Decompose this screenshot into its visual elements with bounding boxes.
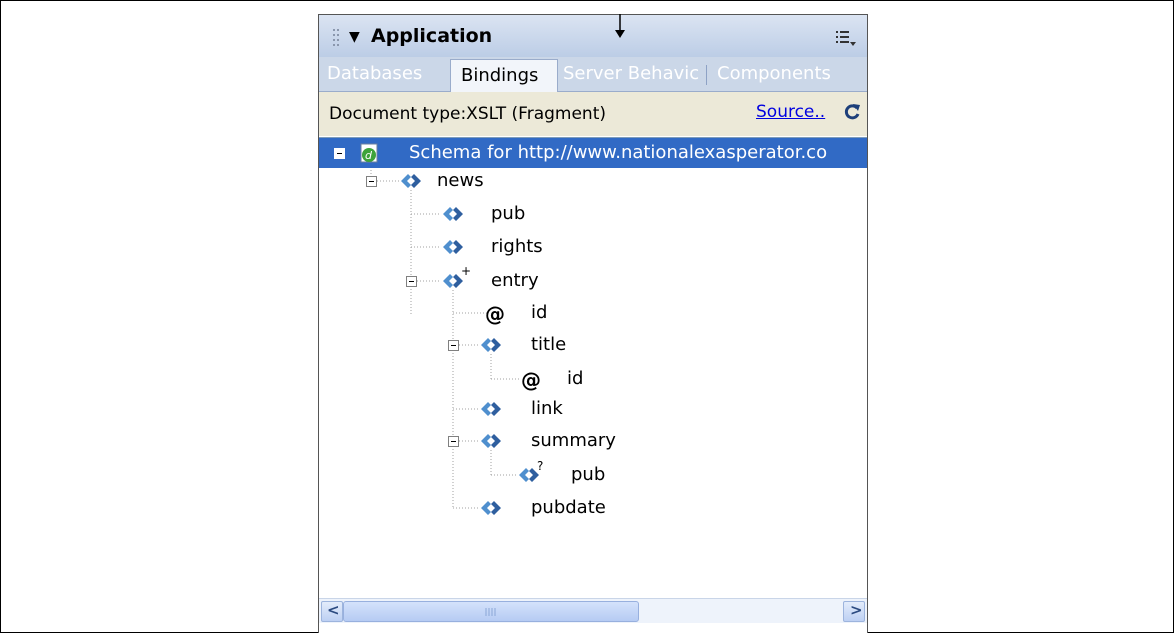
attribute-icon: @ (485, 302, 505, 326)
scroll-left-button[interactable]: < (321, 601, 343, 622)
collapse-toggle[interactable] (334, 148, 345, 159)
tab-server-behaviors[interactable]: Server Behavic (563, 57, 703, 91)
source-link[interactable]: Source.. (756, 102, 825, 122)
drag-grip-icon[interactable] (333, 29, 339, 47)
panel-title[interactable]: Application (371, 25, 492, 47)
thumb-grip-icon (485, 608, 496, 616)
horizontal-scrollbar[interactable]: < > (319, 598, 867, 623)
collapse-toggle[interactable] (366, 176, 377, 187)
application-panel: ▼ Application Databases Bindings Server … (318, 14, 868, 633)
schema-file-icon: d (360, 143, 378, 163)
schema-root-label[interactable]: Schema for http://www.nationalexasperato… (409, 138, 827, 168)
collapse-toggle[interactable] (406, 276, 417, 287)
element-icon (443, 240, 463, 254)
schema-tree[interactable]: d Schema for http://www.nationalexaspera… (319, 137, 867, 598)
panel-options-icon[interactable] (835, 29, 857, 47)
element-icon (443, 207, 463, 221)
chevron-left-icon: < (327, 601, 340, 619)
panel-title-bar[interactable]: ▼ Application (319, 15, 867, 57)
chevron-right-icon: > (850, 601, 863, 619)
refresh-icon[interactable] (843, 103, 861, 121)
element-icon (481, 402, 501, 416)
repeat-marker: + (461, 264, 472, 278)
collapse-toggle[interactable] (448, 340, 459, 351)
optional-marker: ? (537, 459, 544, 473)
element-icon (481, 501, 501, 515)
scroll-right-button[interactable]: > (843, 601, 865, 622)
tree-connector-lines (370, 164, 519, 509)
element-icon (401, 174, 421, 188)
tab-separator (706, 65, 707, 85)
collapse-toggle[interactable] (448, 436, 459, 447)
tab-databases[interactable]: Databases (327, 57, 447, 91)
element-icon (481, 434, 501, 448)
tab-components[interactable]: Components (717, 57, 867, 91)
element-icon (481, 338, 501, 352)
svg-text:d: d (365, 149, 373, 162)
mouse-pointer-arrow (615, 14, 625, 38)
scroll-thumb[interactable] (343, 601, 639, 622)
panel-tabs: Databases Bindings Server Behavic Compon… (319, 57, 867, 93)
attribute-icon: @ (521, 368, 541, 392)
document-type-label: Document type:XSLT (Fragment) (329, 104, 606, 124)
document-type-bar: Document type:XSLT (Fragment) Source.. (319, 92, 867, 136)
tab-bindings[interactable]: Bindings (450, 59, 558, 93)
expand-triangle-icon[interactable]: ▼ (349, 29, 360, 45)
